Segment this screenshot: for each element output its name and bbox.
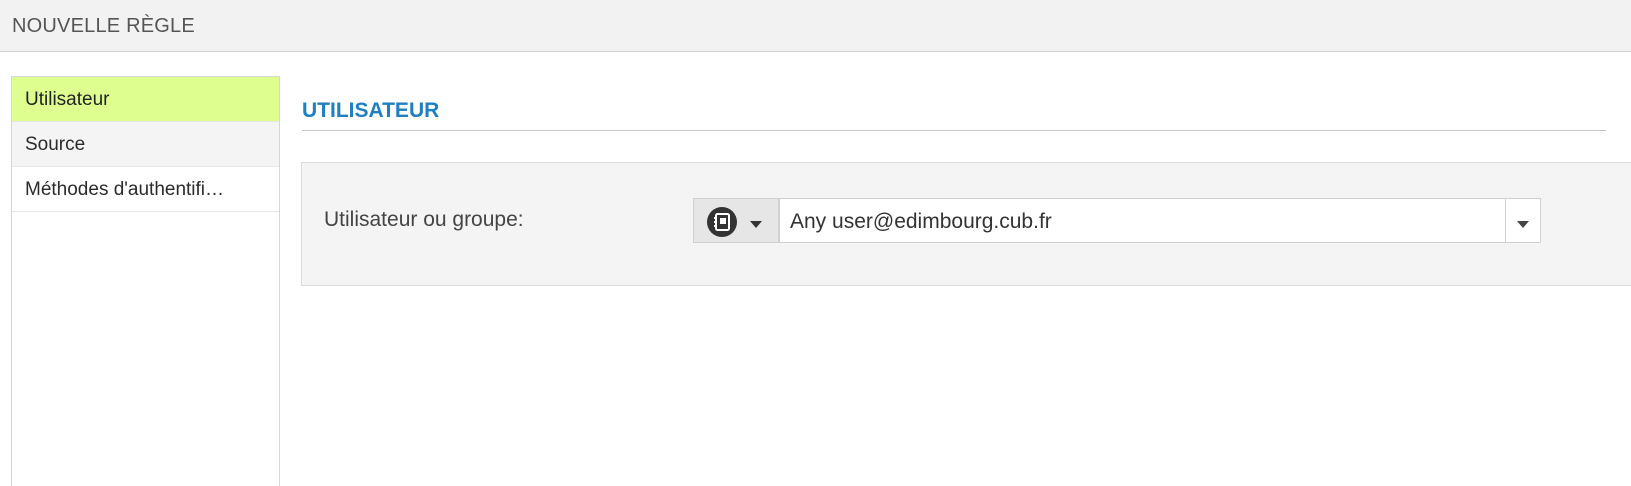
user-or-group-value[interactable]: Any user@edimbourg.cub.fr (790, 210, 1052, 234)
rule-sidebar: Utilisateur Source Méthodes d'authentifi… (11, 76, 280, 486)
page-title: NOUVELLE RÈGLE (12, 15, 195, 37)
address-book-icon (707, 207, 737, 237)
header-bar: NOUVELLE RÈGLE (0, 0, 1631, 52)
sidebar-item-label: Méthodes d'authentifi… (25, 179, 225, 200)
sidebar-item-source[interactable]: Source (12, 122, 279, 167)
chevron-down-icon (1517, 216, 1529, 234)
chevron-down-icon (750, 216, 762, 234)
sidebar-item-utilisateur[interactable]: Utilisateur (12, 77, 279, 122)
sidebar-item-label: Source (25, 134, 86, 155)
page: NOUVELLE RÈGLE Utilisateur Source Méthod… (0, 0, 1631, 486)
sidebar-item-label: Utilisateur (25, 89, 110, 110)
object-type-selector[interactable] (693, 198, 779, 243)
section-title: UTILISATEUR (302, 99, 440, 122)
sidebar-item-authentication-methods[interactable]: Méthodes d'authentifi… (12, 167, 279, 212)
section-divider (302, 130, 1606, 131)
user-or-group-combobox[interactable]: Any user@edimbourg.cub.fr (779, 198, 1541, 243)
combobox-dropdown-button[interactable] (1505, 199, 1540, 242)
user-field-panel: Utilisateur ou groupe: Any user@edimbour… (301, 162, 1631, 286)
user-or-group-label: Utilisateur ou groupe: (324, 208, 524, 231)
